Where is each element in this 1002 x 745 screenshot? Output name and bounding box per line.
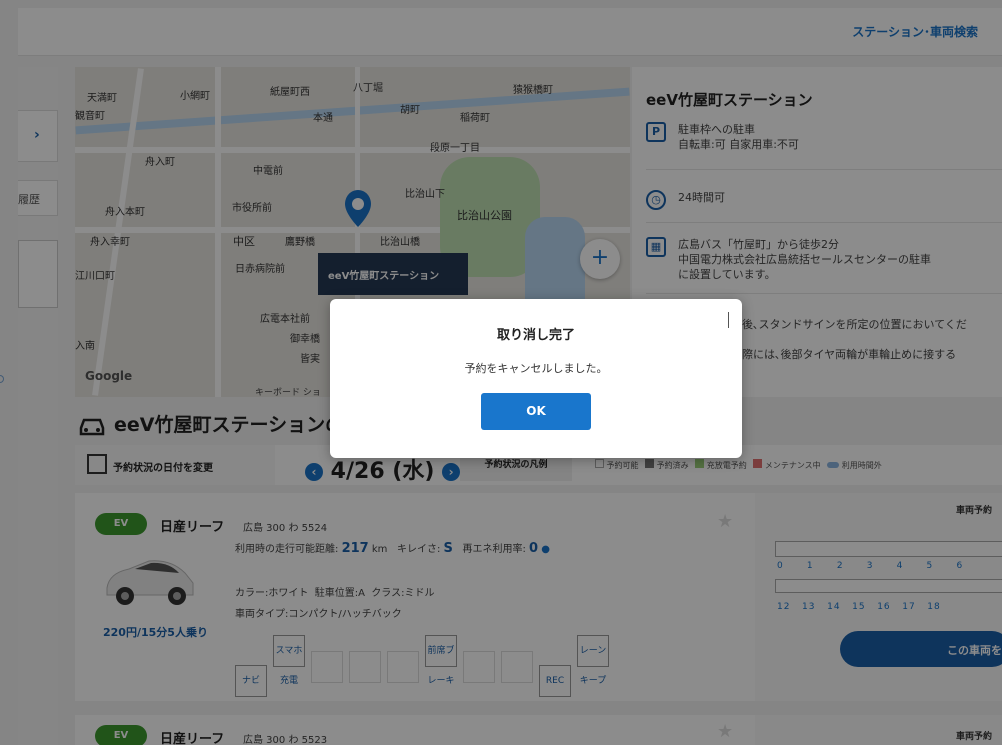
ok-button[interactable]: OK: [481, 393, 591, 430]
cancel-complete-dialog: 取り消し完了 予約をキャンセルしました。 OK: [330, 299, 742, 458]
dialog-title: 取り消し完了: [496, 328, 575, 343]
page: ステーション･車両検索 › 履歴 天満町 小網町 紙屋町西 八丁堀 本通 胡町 …: [0, 0, 1002, 745]
dialog-message: 予約をキャンセルしました。: [464, 362, 608, 375]
